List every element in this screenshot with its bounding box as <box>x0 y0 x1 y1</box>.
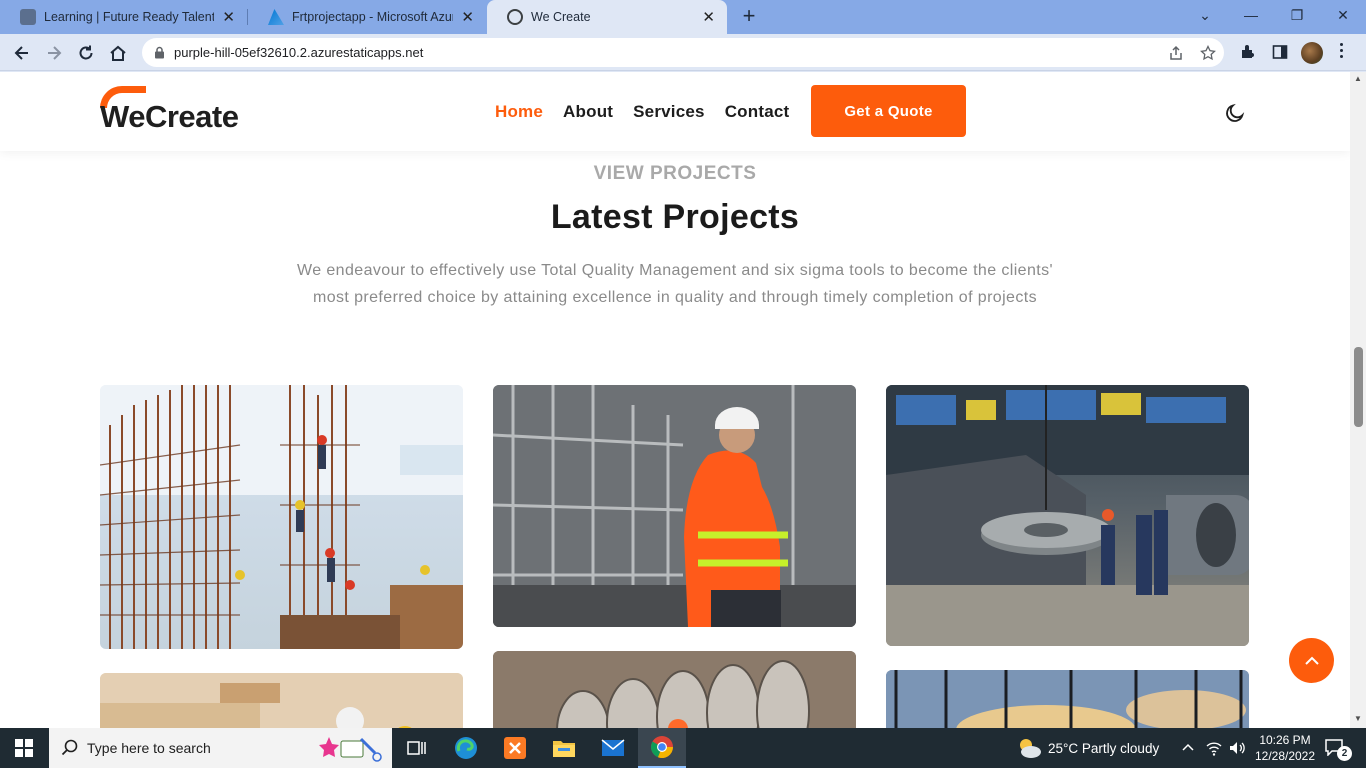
project-photo-illustration <box>493 385 856 627</box>
search-placeholder: Type here to search <box>87 740 211 756</box>
site-logo[interactable]: WeCreate <box>100 86 240 134</box>
search-highlight-doodle-icon <box>319 737 382 762</box>
nav-services[interactable]: Services <box>633 102 705 122</box>
restore-button[interactable]: ❐ <box>1274 0 1320 30</box>
browser-tab-azure[interactable]: Frtprojectapp - Microsoft Azure ✕ <box>248 0 486 34</box>
nav-about[interactable]: About <box>563 102 613 122</box>
start-button[interactable] <box>0 728 48 768</box>
mail-icon <box>601 739 625 756</box>
scroll-to-top-button[interactable] <box>1289 638 1334 683</box>
windows-logo-icon <box>15 739 33 757</box>
taskbar-edge[interactable] <box>442 728 490 768</box>
taskbar-search-box[interactable]: Type here to search <box>49 728 392 768</box>
project-photo-illustration <box>100 385 463 649</box>
reload-icon <box>79 45 93 60</box>
page-viewport: WeCreate Home About Services Contact Get… <box>0 72 1350 728</box>
back-button[interactable] <box>9 40 35 66</box>
project-image-construction-site[interactable] <box>100 673 463 728</box>
home-button[interactable] <box>105 40 131 66</box>
arrow-left-icon <box>14 46 28 60</box>
project-image-steel-rods-sky[interactable] <box>886 670 1249 728</box>
wifi-icon[interactable] <box>1205 740 1223 756</box>
new-tab-button[interactable]: + <box>737 4 761 28</box>
bookmark-star-icon <box>1200 45 1216 61</box>
folder-icon <box>553 741 575 757</box>
nav-home[interactable]: Home <box>495 102 543 122</box>
learning-favicon-icon <box>20 9 36 25</box>
url-text: purple-hill-05ef32610.2.azurestaticapps.… <box>174 45 424 60</box>
extensions-puzzle-icon[interactable] <box>1240 44 1256 60</box>
clock-date: 12/28/2022 <box>1254 749 1316 763</box>
clock-time: 10:26 PM <box>1259 733 1311 747</box>
taskbar-file-explorer[interactable] <box>540 728 588 768</box>
section-description: We endeavour to effectively use Total Qu… <box>297 262 1053 306</box>
close-tab-icon[interactable]: ✕ <box>702 8 715 26</box>
system-clock[interactable]: 10:26 PM 12/28/2022 <box>1250 732 1320 764</box>
speaker-volume-icon[interactable] <box>1228 740 1246 756</box>
azure-favicon-icon <box>268 9 284 25</box>
project-photo-illustration <box>493 651 856 728</box>
project-photo-illustration <box>886 385 1249 646</box>
minimize-button[interactable]: — <box>1228 0 1274 30</box>
taskbar-mail[interactable] <box>589 728 637 768</box>
address-bar[interactable]: purple-hill-05ef32610.2.azurestaticapps.… <box>142 38 1224 67</box>
notification-center-button[interactable]: 2 <box>1324 738 1352 761</box>
weather-widget[interactable]: 25°C Partly cloudy <box>1016 728 1159 768</box>
main-nav: Home About Services Contact <box>495 102 789 122</box>
edge-browser-icon <box>455 737 477 759</box>
chrome-icon <box>650 736 674 759</box>
tab-title: We Create <box>531 10 591 24</box>
project-photo-illustration <box>886 670 1249 728</box>
xampp-icon <box>504 737 526 759</box>
page-scrollbar[interactable]: ▲ ▼ <box>1350 72 1366 728</box>
arrow-right-icon <box>48 46 62 60</box>
project-image-engineer[interactable] <box>493 385 856 627</box>
project-image-machine-shaft[interactable] <box>493 651 856 728</box>
get-quote-button[interactable]: Get a Quote <box>811 85 966 137</box>
chevron-up-icon <box>1304 656 1319 665</box>
reload-button[interactable] <box>73 40 99 66</box>
project-image-industrial-machinery[interactable] <box>886 385 1249 646</box>
tab-title: Learning | Future Ready Talent <box>44 10 215 24</box>
project-photo-illustration <box>100 673 463 728</box>
share-icon <box>1170 45 1182 60</box>
browser-tab-strip: Learning | Future Ready Talent ✕ Frtproj… <box>0 0 1366 34</box>
taskbar-xampp[interactable] <box>491 728 539 768</box>
browser-menu-icon[interactable] <box>1340 43 1344 61</box>
scroll-up-arrow-icon[interactable]: ▲ <box>1354 74 1362 83</box>
home-icon <box>110 45 126 61</box>
windows-taskbar: Type here to search 25°C Partly cloudy 1… <box>0 728 1366 768</box>
scrollbar-thumb[interactable] <box>1354 347 1363 427</box>
notification-count-badge: 2 <box>1337 746 1352 761</box>
tab-search-icon[interactable]: ⌄ <box>1182 0 1228 30</box>
nav-contact[interactable]: Contact <box>725 102 790 122</box>
browser-toolbar: purple-hill-05ef32610.2.azurestaticapps.… <box>0 34 1366 71</box>
profile-avatar[interactable] <box>1301 42 1323 64</box>
dark-mode-moon-icon[interactable] <box>1224 102 1246 124</box>
close-tab-icon[interactable]: ✕ <box>222 8 235 26</box>
close-tab-icon[interactable]: ✕ <box>461 8 474 26</box>
tab-title: Frtprojectapp - Microsoft Azure <box>292 10 454 24</box>
project-image-rebar-workers[interactable] <box>100 385 463 649</box>
weather-text: 25°C Partly cloudy <box>1048 740 1160 756</box>
search-icon <box>61 739 78 756</box>
chevron-up-icon[interactable] <box>1182 743 1194 751</box>
site-header: WeCreate Home About Services Contact Get… <box>0 72 1350 151</box>
task-view-icon <box>407 741 426 755</box>
task-view-button[interactable] <box>393 728 441 768</box>
section-eyebrow: VIEW PROJECTS <box>593 163 757 184</box>
forward-button[interactable] <box>41 40 67 66</box>
side-panel-icon[interactable] <box>1272 44 1288 60</box>
section-title: Latest Projects <box>550 198 800 236</box>
partly-cloudy-icon <box>1020 739 1041 758</box>
scroll-down-arrow-icon[interactable]: ▼ <box>1354 714 1362 723</box>
lock-icon <box>155 46 164 59</box>
logo-wordmark: WeCreate <box>100 99 239 134</box>
close-window-button[interactable]: ✕ <box>1320 0 1366 30</box>
browser-tab-wecreate[interactable]: We Create ✕ <box>487 0 727 34</box>
taskbar-chrome[interactable] <box>638 728 686 768</box>
globe-icon <box>507 9 523 25</box>
browser-tab-learning[interactable]: Learning | Future Ready Talent ✕ <box>0 0 247 34</box>
